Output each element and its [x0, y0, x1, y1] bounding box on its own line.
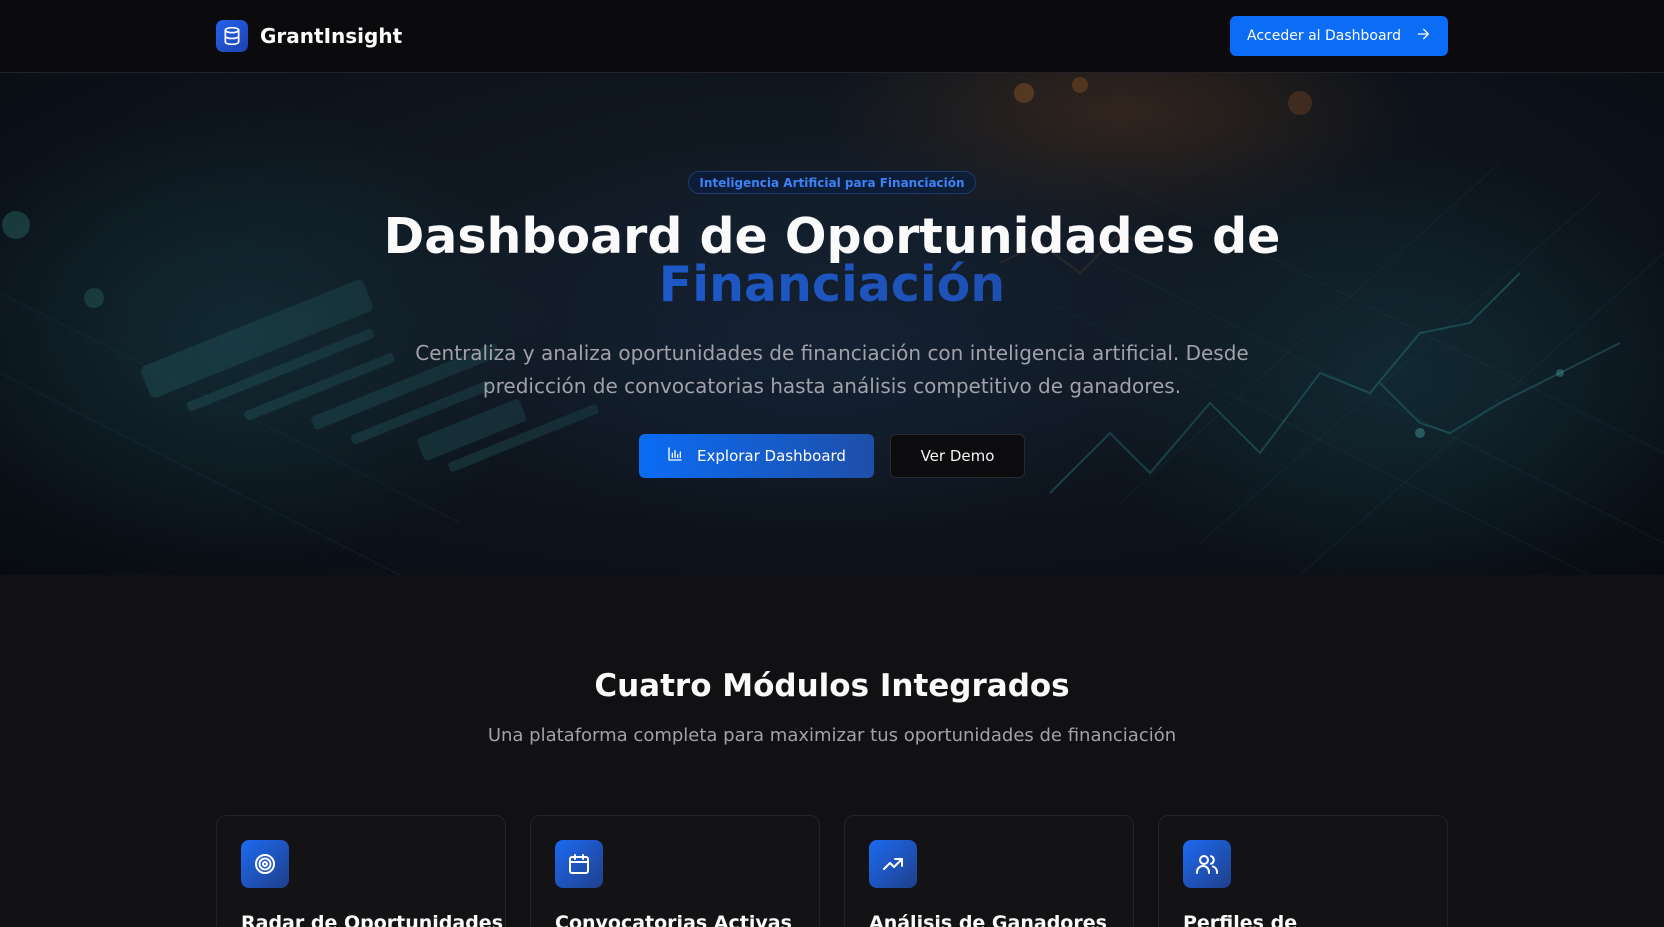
hero-overlay: [0, 73, 1664, 575]
target-icon: [241, 840, 289, 888]
module-card-radar[interactable]: Radar de Oportunidades: [216, 815, 506, 927]
calendar-icon: [555, 840, 603, 888]
database-icon: [216, 20, 248, 52]
access-dashboard-label: Acceder al Dashboard: [1247, 28, 1401, 44]
hero-badge: Inteligencia Artificial para Financiació…: [688, 171, 976, 194]
module-card-winners[interactable]: Análisis de Ganadores: [844, 815, 1134, 927]
brand[interactable]: GrantInsight: [216, 20, 402, 52]
module-card-calls[interactable]: Convocatorias Activas: [530, 815, 820, 927]
module-card-title: Convocatorias Activas: [555, 912, 792, 927]
bar-chart-icon: [667, 446, 683, 466]
hero-title-accent: Financiación: [0, 260, 1664, 309]
view-demo-button[interactable]: Ver Demo: [890, 434, 1025, 478]
trending-up-icon: [869, 840, 917, 888]
top-navbar: GrantInsight Acceder al Dashboard: [0, 0, 1664, 73]
module-card-profiles[interactable]: Perfiles de: [1158, 815, 1448, 927]
module-card-title: Radar de Oportunidades: [241, 912, 504, 927]
users-icon: [1183, 840, 1231, 888]
modules-subtitle: Una plataforma completa para maximizar t…: [487, 725, 1177, 746]
hero-section: Inteligencia Artificial para Financiació…: [0, 73, 1664, 575]
brand-name: GrantInsight: [260, 24, 403, 48]
explore-dashboard-label: Explorar Dashboard: [697, 447, 846, 465]
explore-dashboard-button[interactable]: Explorar Dashboard: [639, 434, 874, 478]
hero-title: Dashboard de Oportunidades de Financiaci…: [0, 212, 1664, 309]
hero-subtitle: Centraliza y analiza oportunidades de fi…: [415, 341, 1249, 398]
module-card-title: Perfiles de: [1183, 912, 1298, 927]
module-card-title: Análisis de Ganadores: [869, 912, 1107, 927]
access-dashboard-button[interactable]: Acceder al Dashboard: [1230, 16, 1448, 56]
arrow-right-icon: [1415, 26, 1431, 46]
modules-title: Cuatro Módulos Integrados: [594, 668, 1070, 704]
